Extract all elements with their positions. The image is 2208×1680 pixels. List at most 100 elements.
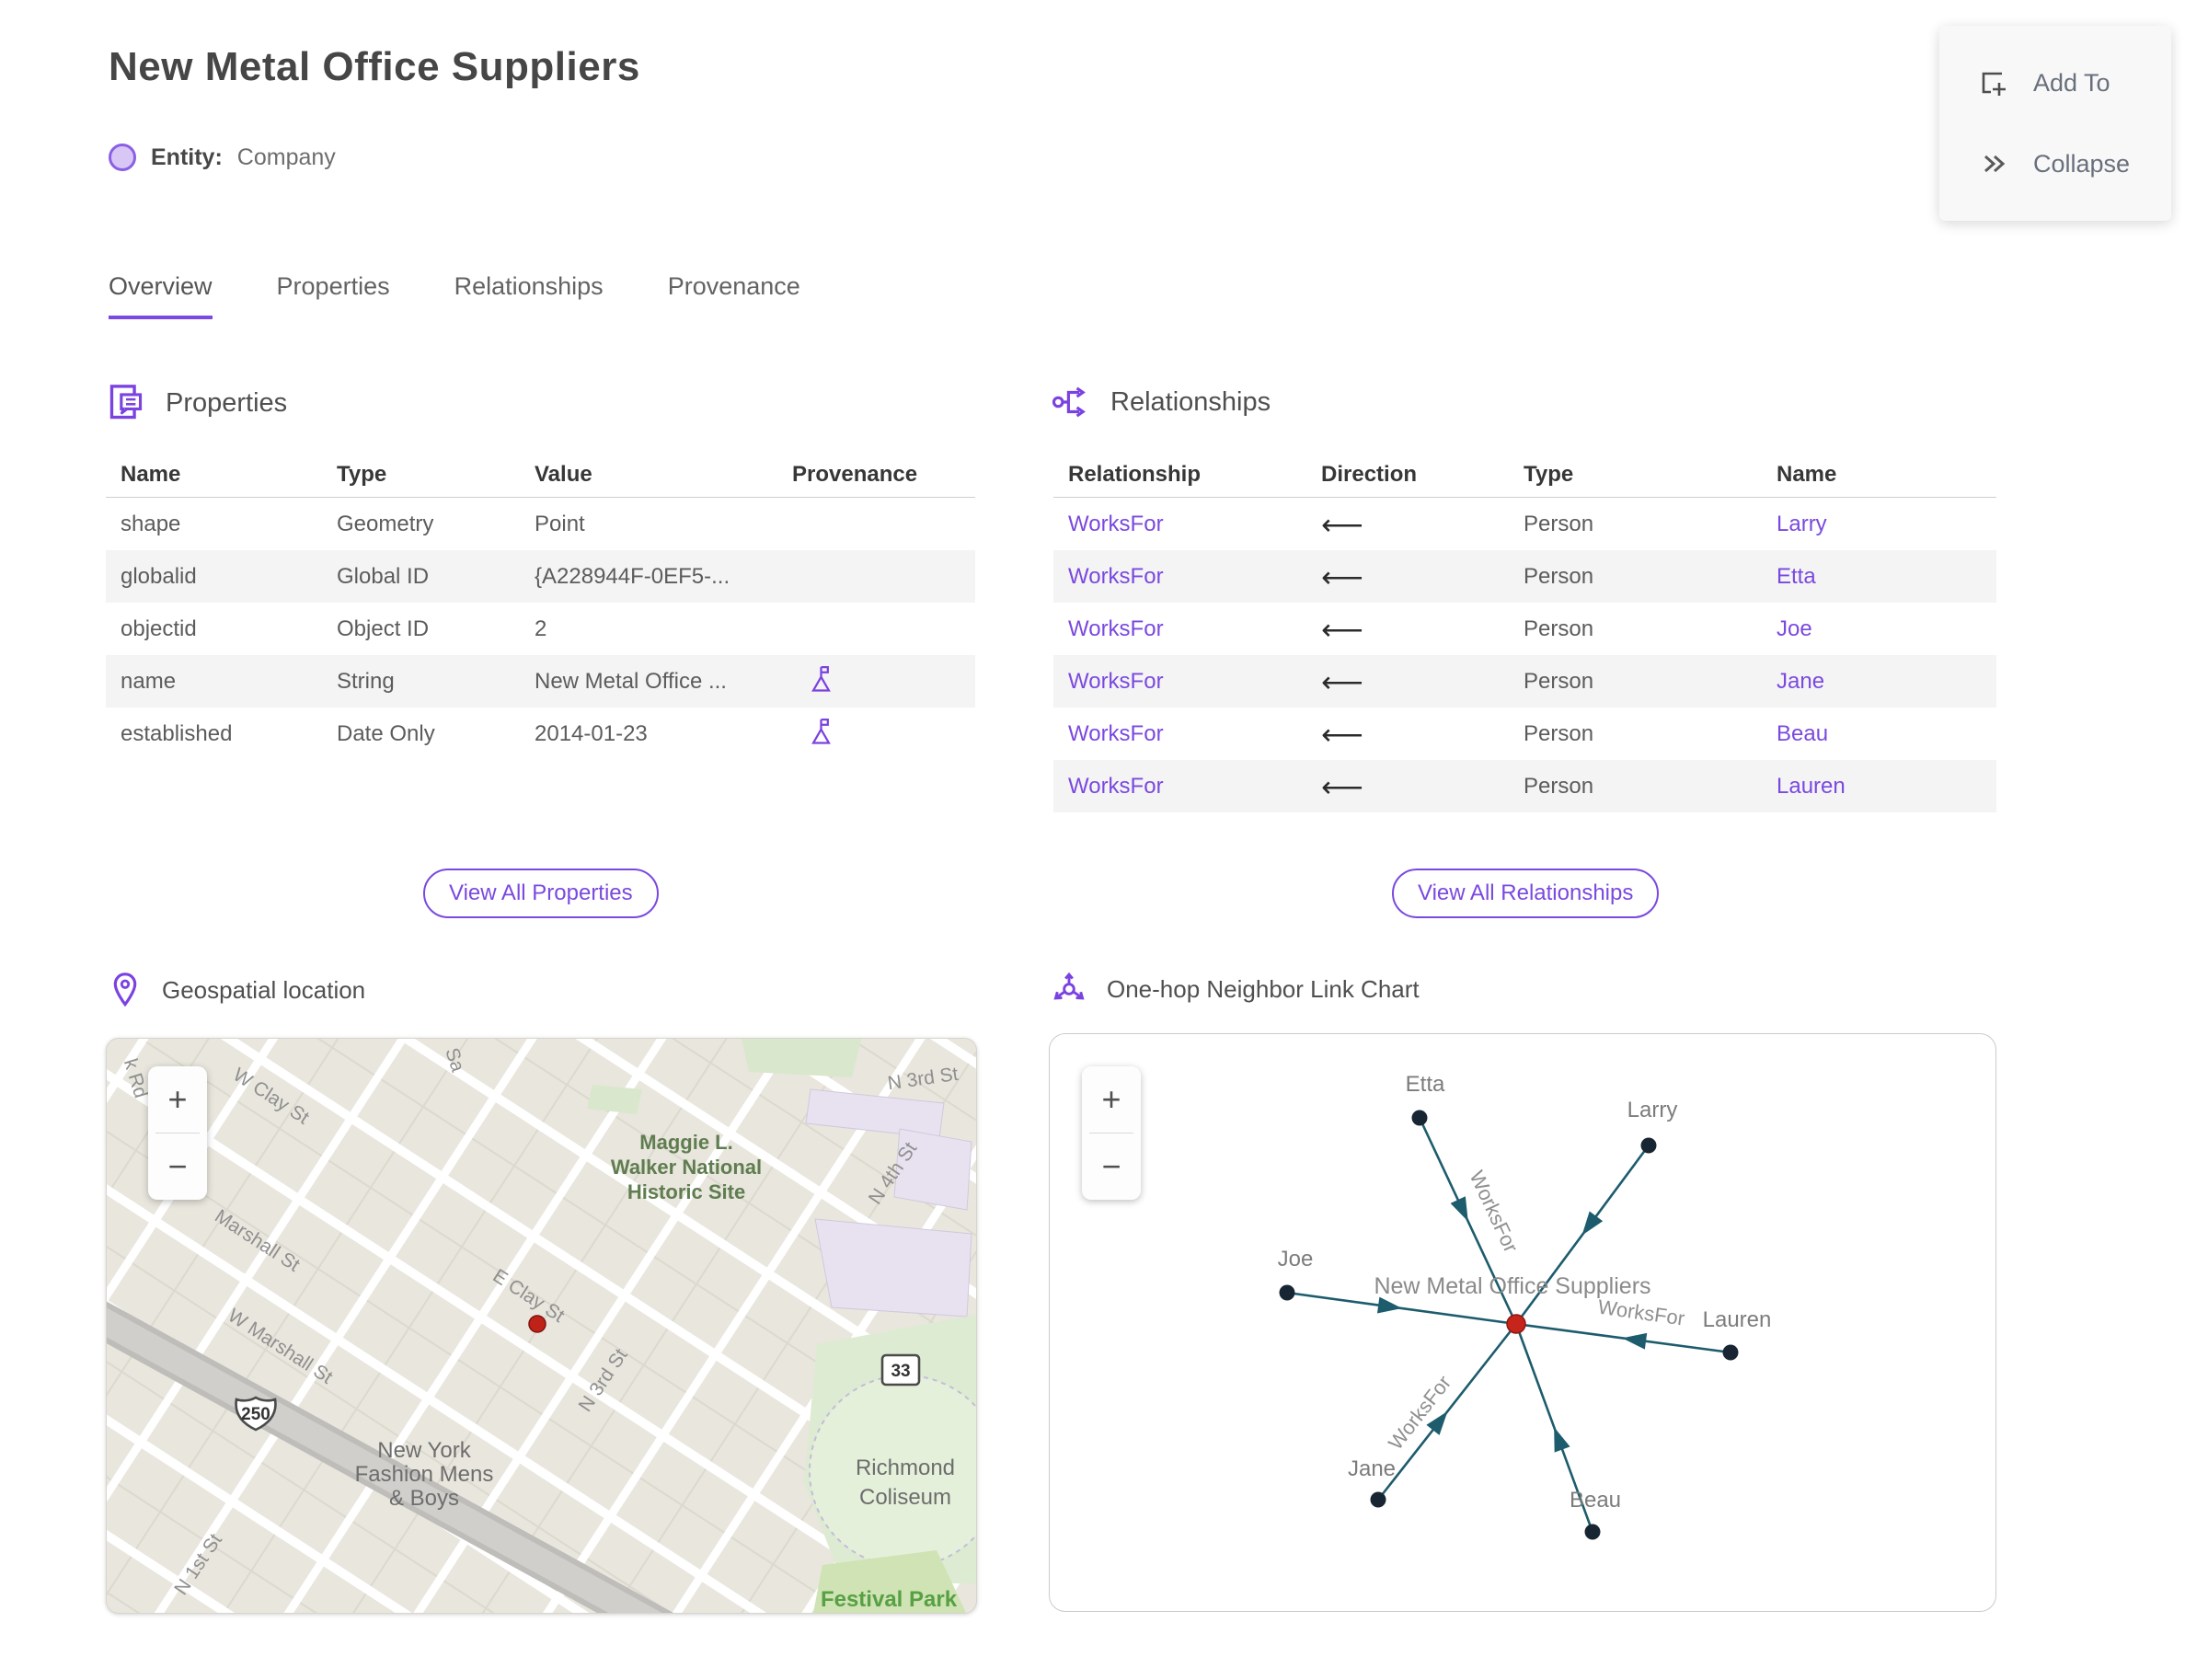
- entity-row: Entity: Company: [109, 144, 336, 171]
- map-zoom-in-button[interactable]: +: [148, 1066, 207, 1133]
- property-row: globalid Global ID {A228944F-0EF5-...: [106, 550, 975, 603]
- chart-node[interactable]: [1722, 1344, 1739, 1361]
- relationship-type-link[interactable]: WorksFor: [1053, 564, 1306, 590]
- collapse-button[interactable]: Collapse: [1939, 147, 2171, 180]
- relationship-direction-arrow: ⟵: [1321, 664, 1363, 698]
- property-row: name String New Metal Office ...: [106, 655, 975, 708]
- chart-node[interactable]: [1279, 1284, 1295, 1301]
- map-zoom-out-button[interactable]: −: [148, 1133, 207, 1200]
- relationship-row: WorksFor ⟵ Person Jane: [1053, 655, 1996, 708]
- column-header: Relationship: [1068, 462, 1202, 487]
- map-label: Coliseum: [859, 1485, 951, 1510]
- chart-node[interactable]: [1584, 1524, 1601, 1540]
- chart-node-label: Jane: [1348, 1456, 1396, 1481]
- relationship-direction-arrow: ⟵: [1321, 507, 1363, 541]
- entity-label: Entity:: [151, 144, 223, 170]
- actions-panel: Add To Collapse: [1939, 26, 2171, 221]
- chart-edge-label: WorksFor: [1465, 1168, 1523, 1257]
- building-area: [814, 1218, 972, 1318]
- property-provenance-cell[interactable]: [777, 664, 975, 699]
- relationship-entity-type: Person: [1524, 563, 1594, 589]
- map-label: Richmond: [856, 1456, 955, 1480]
- provenance-flag-icon: [811, 665, 831, 692]
- tab-provenance[interactable]: Provenance: [668, 272, 800, 319]
- add-to-label: Add To: [2033, 68, 2110, 97]
- relationship-entity-link[interactable]: Lauren: [1762, 774, 1996, 800]
- svg-text:250: 250: [241, 1405, 270, 1424]
- relationship-direction-arrow: ⟵: [1321, 717, 1363, 751]
- collapse-icon: [1984, 155, 2006, 173]
- chart-zoom-in-button[interactable]: +: [1082, 1066, 1141, 1133]
- relationship-type-link[interactable]: WorksFor: [1053, 721, 1306, 747]
- relationship-direction-arrow: ⟵: [1321, 769, 1363, 803]
- tab-properties[interactable]: Properties: [277, 272, 390, 319]
- chart-node-label: Beau: [1570, 1488, 1621, 1513]
- link-chart-canvas: WorksFor WorksFor WorksFor Etta Larry Joe Laur…: [1278, 1072, 1771, 1540]
- relationship-row: WorksFor ⟵ Person Beau: [1053, 708, 1996, 760]
- chart-center-label: New Metal Office Suppliers: [1374, 1273, 1650, 1299]
- route-shield: 33: [880, 1353, 921, 1387]
- map-zoom-control: + −: [148, 1066, 207, 1200]
- relationship-entity-link[interactable]: Etta: [1762, 564, 1996, 590]
- map-label: Historic Site: [627, 1180, 745, 1203]
- properties-section-title: Properties: [166, 387, 288, 418]
- property-type: String: [337, 668, 395, 694]
- relationship-type-link[interactable]: WorksFor: [1053, 512, 1306, 537]
- relationships-table: Relationship Direction Type Name WorksFor ⟵ P…: [1053, 453, 1996, 812]
- chart-center-node[interactable]: [1506, 1314, 1526, 1334]
- relationship-entity-link[interactable]: Joe: [1762, 616, 1996, 642]
- relationship-entity-type: Person: [1524, 773, 1594, 799]
- chart-node[interactable]: [1411, 1110, 1428, 1126]
- relationship-type-link[interactable]: WorksFor: [1053, 616, 1306, 642]
- chart-zoom-out-button[interactable]: −: [1082, 1133, 1141, 1200]
- properties-table: Name Type Value Provenance shape Geometry Poi…: [106, 453, 975, 760]
- property-value: 2014-01-23: [535, 720, 648, 746]
- chart-edge: [1515, 1322, 1731, 1354]
- property-type: Object ID: [337, 616, 430, 641]
- relationship-type-link[interactable]: WorksFor: [1053, 774, 1306, 800]
- relationship-type-link[interactable]: WorksFor: [1053, 669, 1306, 695]
- property-provenance-cell[interactable]: [777, 717, 975, 752]
- relationship-entity-link[interactable]: Beau: [1762, 721, 1996, 747]
- column-header: Name: [121, 462, 181, 487]
- property-value: {A228944F-0EF5-...: [535, 563, 730, 589]
- column-header: Type: [337, 462, 387, 487]
- map-label: Fashion Mens: [355, 1462, 494, 1487]
- property-row: shape Geometry Point: [106, 498, 975, 550]
- property-value: 2: [535, 616, 547, 641]
- geospatial-map[interactable]: 250 33 W Clay St k Rd Sa N 3rd St N 4th St Mar…: [106, 1038, 977, 1614]
- linkchart-section-header: One-hop Neighbor Link Chart: [1052, 972, 1420, 1007]
- relationship-entity-link[interactable]: Larry: [1762, 512, 1996, 537]
- add-to-icon: [1982, 72, 2006, 96]
- relationship-row: WorksFor ⟵ Person Lauren: [1053, 760, 1996, 812]
- view-all-properties-button[interactable]: View All Properties: [423, 869, 659, 918]
- chart-node[interactable]: [1640, 1137, 1657, 1154]
- link-chart-panel[interactable]: WorksFor WorksFor WorksFor Etta Larry Joe Laur…: [1049, 1033, 1996, 1612]
- add-to-button[interactable]: Add To: [1939, 66, 2171, 99]
- chart-zoom-control: + −: [1082, 1066, 1141, 1200]
- chart-edge: [1376, 1323, 1518, 1501]
- chart-node[interactable]: [1370, 1491, 1386, 1508]
- tab-relationships[interactable]: Relationships: [454, 272, 604, 319]
- location-marker: [528, 1315, 546, 1333]
- property-type: Geometry: [337, 511, 434, 536]
- column-header: Provenance: [792, 462, 918, 487]
- park-area: [742, 1039, 861, 1077]
- provenance-flag-icon: [811, 718, 831, 744]
- property-name: shape: [121, 511, 181, 536]
- chart-node-label: Larry: [1627, 1098, 1678, 1122]
- tab-overview[interactable]: Overview: [109, 272, 213, 319]
- relationship-entity-link[interactable]: Jane: [1762, 669, 1996, 695]
- geospatial-section-title: Geospatial location: [162, 975, 366, 1004]
- view-all-relationships-button[interactable]: View All Relationships: [1392, 869, 1660, 918]
- property-type: Global ID: [337, 563, 430, 589]
- entity-type-value: Company: [236, 144, 336, 170]
- relationships-icon: [1052, 386, 1086, 418]
- link-chart-icon: [1053, 972, 1085, 1000]
- relationship-row: WorksFor ⟵ Person Etta: [1053, 550, 1996, 603]
- relationship-entity-type: Person: [1524, 616, 1594, 641]
- relationships-section-title: Relationships: [1110, 386, 1271, 417]
- map-label: Festival Park: [821, 1587, 958, 1612]
- chart-node-label: Etta: [1406, 1072, 1445, 1097]
- column-header: Name: [1777, 462, 1837, 487]
